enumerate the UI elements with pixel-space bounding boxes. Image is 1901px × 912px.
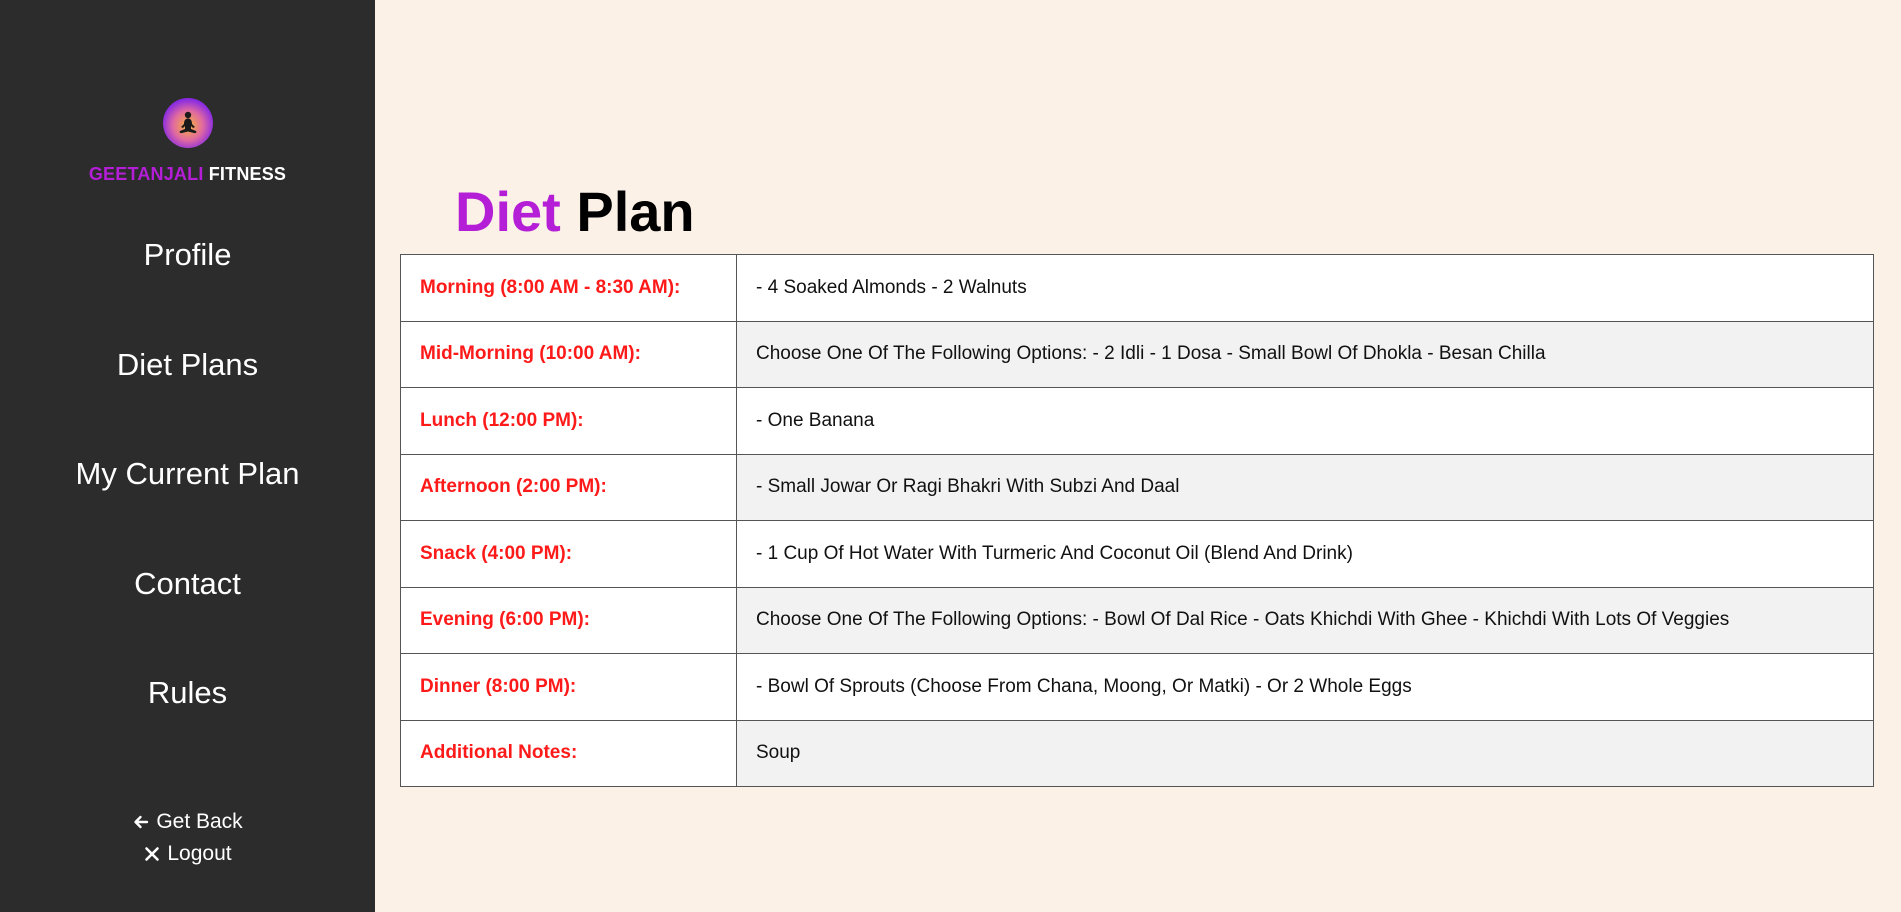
brand-name-part2: FITNESS [208, 164, 287, 184]
meal-items: Choose One Of The Following Options: - 2… [736, 320, 1874, 388]
page-title-part2: Plan [576, 180, 695, 243]
close-icon [143, 845, 161, 863]
meal-items: - 1 Cup Of Hot Water With Turmeric And C… [736, 520, 1874, 588]
table-row: Afternoon (2:00 PM): - Small Jowar Or Ra… [400, 453, 1874, 521]
nav-item-my-current-plan[interactable]: My Current Plan [76, 456, 300, 566]
table-row: Evening (6:00 PM): Choose One Of The Fol… [400, 586, 1874, 654]
page-title: Diet Plan [455, 178, 695, 246]
sidebar-bottom-links: Get Back Logout [0, 806, 375, 870]
meal-time: Morning (8:00 AM - 8:30 AM): [400, 254, 737, 322]
get-back-link[interactable]: Get Back [132, 806, 243, 838]
meal-time: Dinner (8:00 PM): [400, 653, 737, 721]
meal-items: - One Banana [736, 387, 1874, 455]
brand-name: GEETANJALI FITNESS [89, 164, 286, 185]
meal-time: Additional Notes: [400, 719, 737, 787]
logout-label: Logout [167, 842, 232, 865]
meal-time: Afternoon (2:00 PM): [400, 453, 737, 521]
nav-item-contact[interactable]: Contact [134, 566, 241, 676]
nav-item-rules[interactable]: Rules [148, 675, 227, 785]
arrow-left-icon [132, 813, 150, 831]
meal-items: - Small Jowar Or Ragi Bhakri With Subzi … [736, 453, 1874, 521]
meal-items: Soup [736, 719, 1874, 787]
main-content: Diet Plan Morning (8:00 AM - 8:30 AM): -… [375, 0, 1901, 912]
table-row: Dinner (8:00 PM): - Bowl Of Sprouts (Cho… [400, 653, 1874, 721]
nav-item-profile[interactable]: Profile [144, 237, 232, 347]
meal-items: - 4 Soaked Almonds - 2 Walnuts [736, 254, 1874, 322]
meal-items: - Bowl Of Sprouts (Choose From Chana, Mo… [736, 653, 1874, 721]
brand-name-part1: GEETANJALI [88, 164, 204, 184]
diet-plan-table: Morning (8:00 AM - 8:30 AM): - 4 Soaked … [400, 254, 1874, 787]
meal-items: Choose One Of The Following Options: - B… [736, 586, 1874, 654]
meditation-logo-icon [162, 98, 213, 148]
table-row: Snack (4:00 PM): - 1 Cup Of Hot Water Wi… [400, 520, 1874, 588]
nav-item-diet-plans[interactable]: Diet Plans [117, 347, 258, 457]
table-row: Mid-Morning (10:00 AM): Choose One Of Th… [400, 320, 1874, 388]
sidebar: GEETANJALI FITNESS Profile Diet Plans My… [0, 0, 375, 912]
logout-link[interactable]: Logout [143, 838, 232, 870]
table-row: Lunch (12:00 PM): - One Banana [400, 387, 1874, 455]
sidebar-nav: Profile Diet Plans My Current Plan Conta… [76, 237, 300, 785]
meal-time: Evening (6:00 PM): [400, 586, 737, 654]
meal-time: Snack (4:00 PM): [400, 520, 737, 588]
page-title-part1: Diet [455, 180, 561, 243]
table-row: Morning (8:00 AM - 8:30 AM): - 4 Soaked … [400, 254, 1874, 322]
get-back-label: Get Back [156, 810, 243, 833]
meal-time: Lunch (12:00 PM): [400, 387, 737, 455]
meal-time: Mid-Morning (10:00 AM): [400, 320, 737, 388]
table-row: Additional Notes: Soup [400, 719, 1874, 787]
